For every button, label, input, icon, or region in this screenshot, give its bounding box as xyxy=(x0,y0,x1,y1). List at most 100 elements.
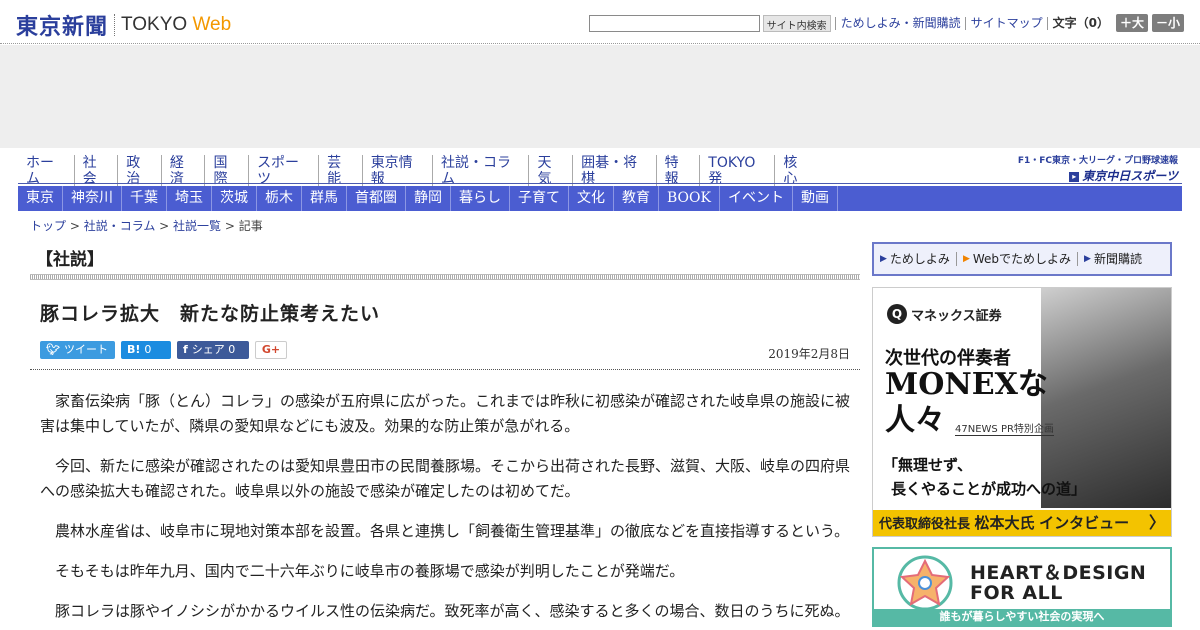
monex-cta-bar: 代表取締役社長 松本大氏 インタビュー〉 xyxy=(873,510,1171,536)
hatena-bookmark-button[interactable]: B! 0 xyxy=(121,341,171,359)
subscription-box: ▶ ためしよみ ▶ Webでためしよみ ▶ 新聞購読 xyxy=(872,242,1172,276)
heart-design-ad[interactable]: HEART＆DESIGN FOR ALL 誰もが暮らしやすい社会の実現へ xyxy=(872,547,1172,627)
heart-line1: HEART＆DESIGN xyxy=(970,562,1147,584)
google-plus-button[interactable]: G+ xyxy=(255,341,287,359)
region-item-culture[interactable]: 文化 xyxy=(569,186,614,211)
breadcrumb-current: 記事 xyxy=(238,219,263,233)
region-item-saitama[interactable]: 埼玉 xyxy=(167,186,212,211)
twitter-bird-icon: 🐦︎ xyxy=(46,343,60,356)
subscribe-link[interactable]: ためしよみ・新聞購読 xyxy=(834,16,961,30)
chunichi-sports-link[interactable]: F1・FC東京・大リーグ・プロ野球速報 ▸ 東京中日スポーツ xyxy=(1018,153,1178,184)
article-headline: 豚コレラ拡大 新たな防止策考えたい xyxy=(40,303,381,325)
monex-line3: 人々 xyxy=(885,403,945,438)
facebook-share-label: シェア xyxy=(191,343,225,356)
monex-q-icon: Q xyxy=(887,304,907,324)
region-item-parenting[interactable]: 子育て xyxy=(510,186,569,211)
subscribe-paper-label: 新聞購読 xyxy=(1093,252,1142,266)
logo-english: TOKYO Web xyxy=(121,14,231,36)
arrow-right-icon: ▸ xyxy=(1069,171,1080,182)
breadcrumb-editorial-list[interactable]: 社説一覧 xyxy=(173,219,221,233)
hatena-count: 0 xyxy=(144,343,152,356)
logo-japanese: 東京新聞 xyxy=(16,14,109,40)
chunichi-title: ▸ 東京中日スポーツ xyxy=(1018,167,1178,184)
breadcrumb: トップ > 社説・コラム > 社説一覧 > 記事 xyxy=(30,217,263,234)
tweet-button[interactable]: 🐦︎ ツイート xyxy=(40,341,115,359)
breadcrumb-separator: > xyxy=(221,219,239,233)
region-item-shutoken[interactable]: 首都圏 xyxy=(347,186,406,211)
section-rule xyxy=(30,274,860,280)
monex-line2: MONEXな xyxy=(885,367,1048,402)
site-search-input[interactable] xyxy=(588,14,760,32)
site-search-button[interactable]: サイト内検索 xyxy=(762,14,831,32)
article-date: 2019年2月8日 xyxy=(768,347,850,361)
share-buttons: 🐦︎ ツイート B! 0 f シェア 0 G+ xyxy=(40,341,293,359)
regional-nav: 東京 神奈川 千葉 埼玉 茨城 栃木 群馬 首都圏 静岡 暮らし 子育て 文化 … xyxy=(18,186,1182,211)
monex-brand: マネックス証券 xyxy=(911,308,1002,324)
triangle-right-icon: ▶ xyxy=(880,254,887,264)
subscribe-paper-link[interactable]: ▶ 新聞購読 xyxy=(1077,252,1148,266)
top-ad-space xyxy=(0,45,1200,148)
article-paragraph: 豚コレラは豚やイノシシがかかるウイルス性の伝染病だ。致死率が高く、感染すると多く… xyxy=(55,602,850,620)
breadcrumb-top[interactable]: トップ xyxy=(30,219,66,233)
web-trial-link[interactable]: ▶ Webでためしよみ xyxy=(955,252,1077,266)
region-item-education[interactable]: 教育 xyxy=(614,186,659,211)
monex-quote2: 長くやることが成功への道」 xyxy=(891,480,1087,498)
hatena-icon: B! xyxy=(127,343,141,356)
tweet-label: ツイート xyxy=(63,343,108,356)
trial-read-link[interactable]: ▶ ためしよみ xyxy=(880,252,956,266)
region-item-gunma[interactable]: 群馬 xyxy=(302,186,347,211)
article-paragraph: 農林水産省は、岐阜市に現地対策本部を設置。各県と連携し「飼養衛生管理基準」の徹底… xyxy=(55,522,850,540)
facebook-count: 0 xyxy=(228,343,236,356)
region-item-video[interactable]: 動画 xyxy=(793,186,838,211)
trial-read-label: ためしよみ xyxy=(889,252,950,266)
web-trial-label: Webでためしよみ xyxy=(972,252,1072,266)
interviewee-photo xyxy=(1041,288,1171,508)
region-item-kanagawa[interactable]: 神奈川 xyxy=(63,186,122,211)
font-smaller-button[interactable]: －小 xyxy=(1151,14,1184,32)
monex-ad[interactable]: Q マネックス証券 次世代の伴奏者 MONEXな 人々 47NEWS PR特別企画… xyxy=(872,287,1172,537)
section-title: 【社説】 xyxy=(36,250,104,270)
region-item-tochigi[interactable]: 栃木 xyxy=(257,186,302,211)
article-divider xyxy=(30,369,860,370)
monex-pr-label: 47NEWS PR特別企画 xyxy=(955,420,1054,436)
breadcrumb-separator: > xyxy=(66,219,84,233)
font-larger-button[interactable]: ＋大 xyxy=(1115,14,1148,32)
logo-web: Web xyxy=(192,14,232,35)
heart-line2: FOR ALL xyxy=(970,582,1063,604)
logo-divider xyxy=(114,14,116,36)
article-paragraph: そもそもは昨年九月、国内で二十六年ぶりに岐阜市の養豚場で感染が判明したことが発端… xyxy=(55,562,685,580)
region-item-tokyo[interactable]: 東京 xyxy=(18,186,63,211)
facebook-share-button[interactable]: f シェア 0 xyxy=(177,341,249,359)
article-paragraph: 今回、新たに感染が確認されたのは愛知県豊田市の民間養豚場。そこから出荷された長野… xyxy=(40,457,851,500)
monex-quote1: 「無理せず、 xyxy=(883,456,972,474)
monex-interview: インタビュー xyxy=(1039,514,1130,532)
triangle-right-icon: ▶ xyxy=(1084,254,1091,264)
facebook-icon: f xyxy=(183,343,188,356)
nav-divider xyxy=(18,183,1182,184)
breadcrumb-editorial[interactable]: 社説・コラム xyxy=(84,219,156,233)
region-item-living[interactable]: 暮らし xyxy=(451,186,510,211)
region-item-shizuoka[interactable]: 静岡 xyxy=(406,186,451,211)
chunichi-name: 東京中日スポーツ xyxy=(1082,169,1178,183)
primary-nav: ホーム 社会 政治 経済 国際 スポーツ 芸能 東京情報 社説・コラム 天気 囲… xyxy=(18,155,818,187)
site-header: 東京新聞 TOKYO Web サイト内検索 ためしよみ・新聞購読 サイトマップ … xyxy=(0,0,1200,44)
header-tools: サイト内検索 ためしよみ・新聞購読 サイトマップ 文字（0） ＋大 －小 xyxy=(588,14,1184,32)
article-body: 家畜伝染病「豚（とん）コレラ」の感染が五府県に広がった。これまでは昨秋に初感染が… xyxy=(40,389,850,630)
article-paragraph: 家畜伝染病「豚（とん）コレラ」の感染が五府県に広がった。これまでは昨秋に初感染が… xyxy=(40,392,851,435)
logo-tokyo: TOKYO xyxy=(121,14,188,35)
region-item-ibaraki[interactable]: 茨城 xyxy=(212,186,257,211)
region-item-event[interactable]: イベント xyxy=(720,186,793,211)
heart-design-logo-icon xyxy=(897,555,953,611)
monex-name: 松本大氏 xyxy=(974,514,1035,532)
monex-logo: Q マネックス証券 xyxy=(887,304,1002,324)
chunichi-tagline: F1・FC東京・大リーグ・プロ野球速報 xyxy=(1017,156,1178,166)
chevron-right-icon: 〉 xyxy=(1148,513,1165,532)
breadcrumb-separator: > xyxy=(155,219,174,233)
sitemap-link[interactable]: サイトマップ xyxy=(964,16,1043,30)
site-logo[interactable]: 東京新聞 TOKYO Web xyxy=(16,9,231,41)
region-item-chiba[interactable]: 千葉 xyxy=(122,186,167,211)
region-item-book[interactable]: BOOK xyxy=(659,186,720,211)
heart-tagline: 誰もが暮らしやすい社会の実現へ xyxy=(874,609,1170,625)
triangle-right-icon: ▶ xyxy=(962,254,970,264)
monex-role: 代表取締役社長 xyxy=(879,517,971,532)
